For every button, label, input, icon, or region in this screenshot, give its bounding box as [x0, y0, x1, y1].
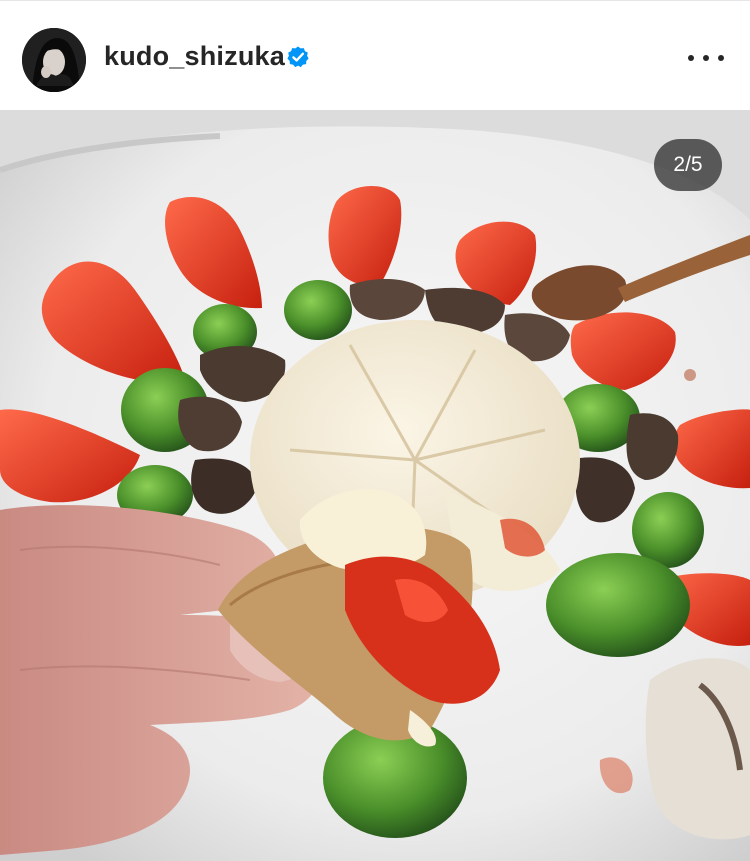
profile-avatar[interactable]: [22, 28, 86, 92]
more-options-icon[interactable]: [688, 46, 724, 70]
post-image[interactable]: [0, 110, 750, 861]
more-dot: [718, 55, 724, 61]
more-dot: [688, 55, 694, 61]
verified-badge-icon: [286, 45, 310, 69]
username[interactable]: kudo_shizuka: [104, 41, 285, 72]
carousel-counter: 2/5: [654, 139, 722, 191]
post-header: kudo_shizuka: [0, 0, 750, 110]
more-dot: [703, 55, 709, 61]
food-photo: [0, 110, 750, 861]
